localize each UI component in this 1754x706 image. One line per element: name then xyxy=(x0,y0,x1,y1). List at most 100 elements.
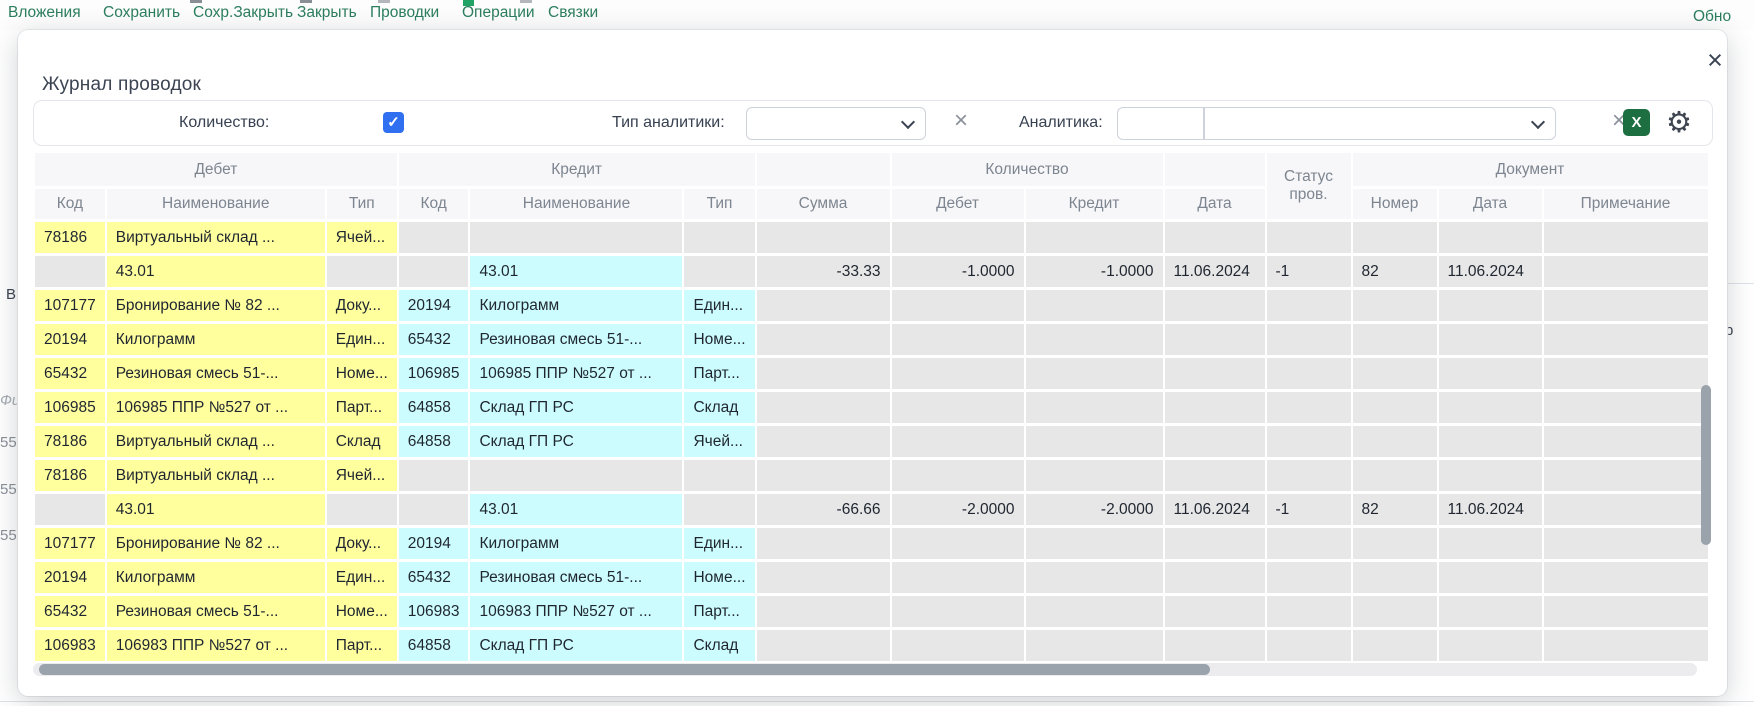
table-cell[interactable] xyxy=(892,460,1024,491)
menu-item-refresh-clipped[interactable]: Обно xyxy=(1693,8,1754,26)
table-cell[interactable]: 106985 xyxy=(399,358,469,389)
table-cell[interactable] xyxy=(1353,324,1437,355)
table-cell[interactable] xyxy=(1165,392,1265,423)
table-cell[interactable]: 65432 xyxy=(399,324,469,355)
table-cell[interactable] xyxy=(327,494,397,525)
table-cell[interactable] xyxy=(1544,222,1708,253)
table-cell[interactable]: -2.0000 xyxy=(892,494,1024,525)
table-cell[interactable]: -1 xyxy=(1267,256,1351,287)
table-cell[interactable] xyxy=(1439,426,1542,457)
table-cell[interactable]: 20194 xyxy=(399,290,469,321)
table-cell[interactable]: Склад xyxy=(684,630,754,661)
table-cell[interactable] xyxy=(1439,324,1542,355)
table-cell[interactable] xyxy=(1165,358,1265,389)
table-cell[interactable]: Доку... xyxy=(327,528,397,559)
table-cell[interactable] xyxy=(1353,630,1437,661)
table-cell[interactable]: Ячей... xyxy=(327,460,397,491)
table-cell[interactable]: 106983 ППР №527 от ... xyxy=(107,630,325,661)
table-cell[interactable] xyxy=(684,256,754,287)
table-cell[interactable] xyxy=(1267,392,1351,423)
analytics-code-input[interactable] xyxy=(1117,107,1204,140)
table-cell[interactable] xyxy=(1165,460,1265,491)
table-cell[interactable]: 78186 xyxy=(35,222,105,253)
table-cell[interactable] xyxy=(892,392,1024,423)
table-cell[interactable] xyxy=(35,256,105,287)
table-cell[interactable]: -1.0000 xyxy=(1026,256,1163,287)
table-cell[interactable]: 106983 xyxy=(35,630,105,661)
table-cell[interactable]: 64858 xyxy=(399,630,469,661)
menu-item-3[interactable]: Сохр.Закрыть xyxy=(193,4,293,22)
menu-item-6[interactable]: Операции xyxy=(462,4,535,22)
table-cell[interactable] xyxy=(470,460,682,491)
table-cell[interactable] xyxy=(684,222,754,253)
table-cell[interactable] xyxy=(684,494,754,525)
table-cell[interactable]: 43.01 xyxy=(470,494,682,525)
table-cell[interactable] xyxy=(1353,426,1437,457)
table-cell[interactable]: Ячей... xyxy=(684,426,754,457)
table-cell[interactable] xyxy=(1165,630,1265,661)
table-cell[interactable] xyxy=(757,324,890,355)
menu-item-1[interactable]: Вложения xyxy=(8,4,81,22)
table-cell[interactable] xyxy=(1544,290,1708,321)
table-cell[interactable] xyxy=(757,528,890,559)
table-cell[interactable] xyxy=(399,460,469,491)
table-cell[interactable] xyxy=(1439,222,1542,253)
table-cell[interactable] xyxy=(1439,596,1542,627)
table-cell[interactable] xyxy=(1353,290,1437,321)
table-cell[interactable]: 82 xyxy=(1353,494,1437,525)
table-cell[interactable]: 107177 xyxy=(35,528,105,559)
table-cell[interactable]: 43.01 xyxy=(107,256,325,287)
table-cell[interactable] xyxy=(1544,562,1708,593)
table-cell[interactable]: Един... xyxy=(684,290,754,321)
table-cell[interactable] xyxy=(757,562,890,593)
gear-icon[interactable]: ⚙ xyxy=(1662,102,1696,144)
table-cell[interactable]: Парт... xyxy=(327,630,397,661)
table-cell[interactable]: -2.0000 xyxy=(1026,494,1163,525)
table-cell[interactable] xyxy=(1165,426,1265,457)
export-excel-button[interactable]: X xyxy=(1623,109,1650,136)
table-cell[interactable] xyxy=(1353,596,1437,627)
table-cell[interactable] xyxy=(1165,528,1265,559)
table-cell[interactable] xyxy=(1267,630,1351,661)
table-cell[interactable] xyxy=(892,358,1024,389)
menu-item-5[interactable]: Проводки xyxy=(370,4,439,22)
table-cell[interactable]: Бронирование № 82 ... xyxy=(107,528,325,559)
table-cell[interactable] xyxy=(1353,222,1437,253)
table-cell[interactable] xyxy=(892,426,1024,457)
table-cell[interactable]: 106983 ППР №527 от ... xyxy=(470,596,682,627)
table-cell[interactable] xyxy=(892,324,1024,355)
table-cell[interactable] xyxy=(1026,290,1163,321)
close-icon[interactable]: × xyxy=(1698,44,1732,78)
table-cell[interactable]: 65432 xyxy=(35,596,105,627)
table-cell[interactable]: -33.33 xyxy=(757,256,890,287)
table-cell[interactable] xyxy=(1544,426,1708,457)
table-cell[interactable]: 65432 xyxy=(399,562,469,593)
table-cell[interactable]: Килограмм xyxy=(470,528,682,559)
table-cell[interactable] xyxy=(470,222,682,253)
table-cell[interactable] xyxy=(892,290,1024,321)
table-cell[interactable] xyxy=(1267,562,1351,593)
table-cell[interactable] xyxy=(757,222,890,253)
table-cell[interactable]: 64858 xyxy=(399,392,469,423)
table-cell[interactable]: 107177 xyxy=(35,290,105,321)
table-cell[interactable]: Номе... xyxy=(327,358,397,389)
table-cell[interactable] xyxy=(35,494,105,525)
table-cell[interactable]: -1 xyxy=(1267,494,1351,525)
table-cell[interactable]: -66.66 xyxy=(757,494,890,525)
table-cell[interactable] xyxy=(1165,290,1265,321)
table-cell[interactable]: Номе... xyxy=(684,324,754,355)
table-cell[interactable]: 78186 xyxy=(35,426,105,457)
table-cell[interactable] xyxy=(399,494,469,525)
table-cell[interactable] xyxy=(1439,290,1542,321)
table-cell[interactable]: Резиновая смесь 51-... xyxy=(470,324,682,355)
table-cell[interactable] xyxy=(327,256,397,287)
table-cell[interactable] xyxy=(399,222,469,253)
table-cell[interactable] xyxy=(1026,358,1163,389)
table-cell[interactable]: Виртуальный склад ... xyxy=(107,460,325,491)
table-cell[interactable]: Килограмм xyxy=(107,562,325,593)
quantity-checkbox[interactable]: ✓ xyxy=(383,112,404,133)
table-cell[interactable] xyxy=(1544,358,1708,389)
table-cell[interactable]: 106985 xyxy=(35,392,105,423)
table-cell[interactable]: Склад ГП РС xyxy=(470,630,682,661)
table-cell[interactable]: Номе... xyxy=(327,596,397,627)
